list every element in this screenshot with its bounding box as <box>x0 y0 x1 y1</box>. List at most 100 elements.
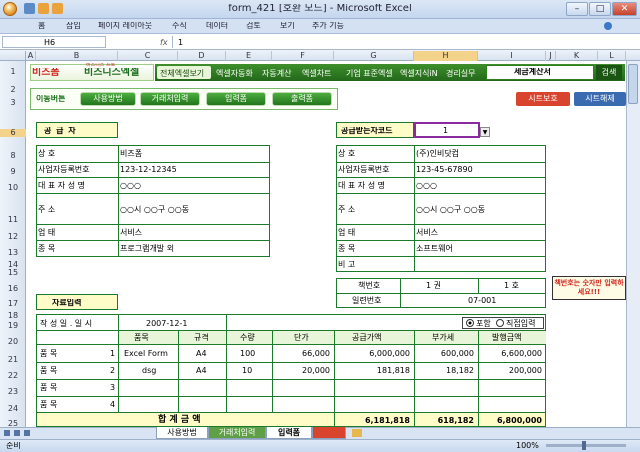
row-17[interactable]: 17 <box>0 300 26 308</box>
tab-add-ins[interactable]: 추가 기능 <box>312 22 344 30</box>
radio-direct[interactable] <box>496 319 504 327</box>
how-to-button[interactable]: 사용방법 <box>80 92 136 106</box>
tab-insert[interactable]: 삽입 <box>66 22 81 30</box>
tab-scroll-first-icon[interactable] <box>4 430 10 436</box>
col-B[interactable]: B <box>36 51 118 61</box>
row-18[interactable]: 18 <box>0 312 26 320</box>
row-23[interactable]: 23 <box>0 388 26 396</box>
tab-scroll-next-icon[interactable] <box>24 430 30 436</box>
nav-item-chart[interactable]: 엑셀차트 <box>302 68 331 79</box>
col-H[interactable]: H <box>414 51 478 61</box>
cell-spec[interactable]: A4 <box>196 350 207 358</box>
row-1[interactable]: 1 <box>0 68 26 76</box>
cell-spec[interactable]: A4 <box>196 367 207 375</box>
cell-qty[interactable]: 100 <box>240 350 255 358</box>
buyer-value-item[interactable]: 소프트웨어 <box>416 245 453 253</box>
insert-sheet-icon[interactable] <box>352 429 362 437</box>
row-6[interactable]: 6 <box>0 129 26 137</box>
row-14[interactable]: 14 <box>0 261 26 269</box>
col-E[interactable]: E <box>226 51 272 61</box>
tab-scroll-prev-icon[interactable] <box>14 430 20 436</box>
sheet-tab-output-form[interactable] <box>312 427 346 439</box>
row-15[interactable]: 15 <box>0 269 26 277</box>
vertical-scrollbar[interactable] <box>626 61 640 427</box>
row-13[interactable]: 13 <box>0 249 26 257</box>
nav-item-accounting[interactable]: 경리실무 <box>446 68 475 79</box>
scrollbar-thumb[interactable] <box>628 64 638 104</box>
row-8[interactable]: 8 <box>0 152 26 160</box>
help-icon[interactable] <box>604 22 612 30</box>
tab-page-layout[interactable]: 페이지 레이아웃 <box>98 22 152 30</box>
row-12[interactable]: 12 <box>0 233 26 241</box>
sheet-tab-how-to[interactable]: 사용방법 <box>156 427 208 439</box>
supplier-value-item[interactable]: 프로그램개발 외 <box>120 245 174 253</box>
nav-item-knowledge[interactable]: 엑셀지식iN <box>400 68 438 79</box>
zoom-slider-thumb[interactable] <box>582 441 586 450</box>
book-vol-value[interactable]: 1 권 <box>426 282 441 290</box>
fx-icon[interactable]: fx <box>160 39 168 47</box>
cell-qty[interactable]: 10 <box>242 367 252 375</box>
sheet-unprotect-button[interactable]: 시트해제 <box>574 92 626 106</box>
buyer-value-name[interactable]: (주)인비닷컴 <box>416 150 459 158</box>
tab-formulas[interactable]: 수식 <box>172 22 187 30</box>
output-form-button[interactable]: 출력폼 <box>272 92 332 106</box>
col-D[interactable]: D <box>178 51 226 61</box>
col-G[interactable]: G <box>334 51 414 61</box>
buyer-value-type[interactable]: 서비스 <box>416 229 438 237</box>
row-21[interactable]: 21 <box>0 356 26 364</box>
row-3[interactable]: 3 <box>0 99 26 107</box>
cell-item[interactable]: dsg <box>142 367 156 375</box>
row-19[interactable]: 19 <box>0 322 26 330</box>
date-value[interactable]: 2007-12-1 <box>146 320 187 328</box>
row-10[interactable]: 10 <box>0 184 26 192</box>
supplier-value-address[interactable]: ○○시 ○○구 ○○동 <box>120 206 189 214</box>
nav-item-automation[interactable]: 엑셀자동화 <box>216 68 253 79</box>
cell-item[interactable]: Excel Form <box>124 350 168 358</box>
sheet-tab-input-form[interactable]: 입력폼 <box>266 427 312 439</box>
row-24[interactable]: 24 <box>0 405 26 413</box>
sheet-tab-client-input[interactable]: 거래처입력 <box>208 427 266 439</box>
chevron-down-icon[interactable]: ▼ <box>480 127 490 137</box>
row-22[interactable]: 22 <box>0 372 26 380</box>
tab-home[interactable]: 홈 <box>38 22 45 30</box>
col-A[interactable]: A <box>26 51 36 61</box>
tab-data[interactable]: 데이터 <box>206 22 228 30</box>
serial-value[interactable]: 07-001 <box>468 297 496 305</box>
buyer-value-address[interactable]: ○○시 ○○구 ○○동 <box>416 206 485 214</box>
row-20[interactable]: 20 <box>0 338 26 346</box>
tab-view[interactable]: 보기 <box>280 22 295 30</box>
close-button[interactable]: ✕ <box>612 2 637 16</box>
select-all-corner[interactable] <box>0 51 26 61</box>
supplier-value-name[interactable]: 비즈폼 <box>120 150 142 158</box>
cell-price[interactable]: 66,000 <box>272 350 330 358</box>
col-I[interactable]: I <box>478 51 546 61</box>
sheet-protect-button[interactable]: 시트보호 <box>516 92 570 106</box>
minimize-button[interactable]: – <box>566 2 588 16</box>
buyer-value-regno[interactable]: 123-45-67890 <box>416 166 473 174</box>
row-11[interactable]: 11 <box>0 216 26 224</box>
maximize-button[interactable]: □ <box>589 2 611 16</box>
buyer-value-ceo[interactable]: ○○○ <box>416 182 437 190</box>
row-2[interactable]: 2 <box>0 86 26 94</box>
nav-item-standard[interactable]: 기업 표준엑셀 <box>346 68 393 79</box>
nav-search-button[interactable]: 검색 <box>596 65 622 80</box>
formula-input[interactable] <box>172 36 638 48</box>
book-no-value[interactable]: 1 호 <box>504 282 519 290</box>
cell-price[interactable]: 20,000 <box>272 367 330 375</box>
row-16[interactable]: 16 <box>0 285 26 293</box>
col-C[interactable]: C <box>118 51 178 61</box>
nav-item-all-excel[interactable]: 전체엑셀보기 <box>160 68 204 79</box>
zoom-slider[interactable] <box>546 444 626 447</box>
input-form-button[interactable]: 입력폼 <box>206 92 266 106</box>
nav-item-autocalc[interactable]: 자동계산 <box>262 68 291 79</box>
client-input-button[interactable]: 거래처입력 <box>140 92 200 106</box>
radio-include[interactable] <box>466 319 474 327</box>
tab-review[interactable]: 검토 <box>246 22 261 30</box>
col-J[interactable]: J <box>546 51 556 61</box>
col-K[interactable]: K <box>556 51 598 61</box>
row-9[interactable]: 9 <box>0 168 26 176</box>
supplier-value-ceo[interactable]: ○○○ <box>120 182 141 190</box>
supplier-value-regno[interactable]: 123-12-12345 <box>120 166 177 174</box>
col-F[interactable]: F <box>272 51 334 61</box>
col-L[interactable]: L <box>598 51 626 61</box>
